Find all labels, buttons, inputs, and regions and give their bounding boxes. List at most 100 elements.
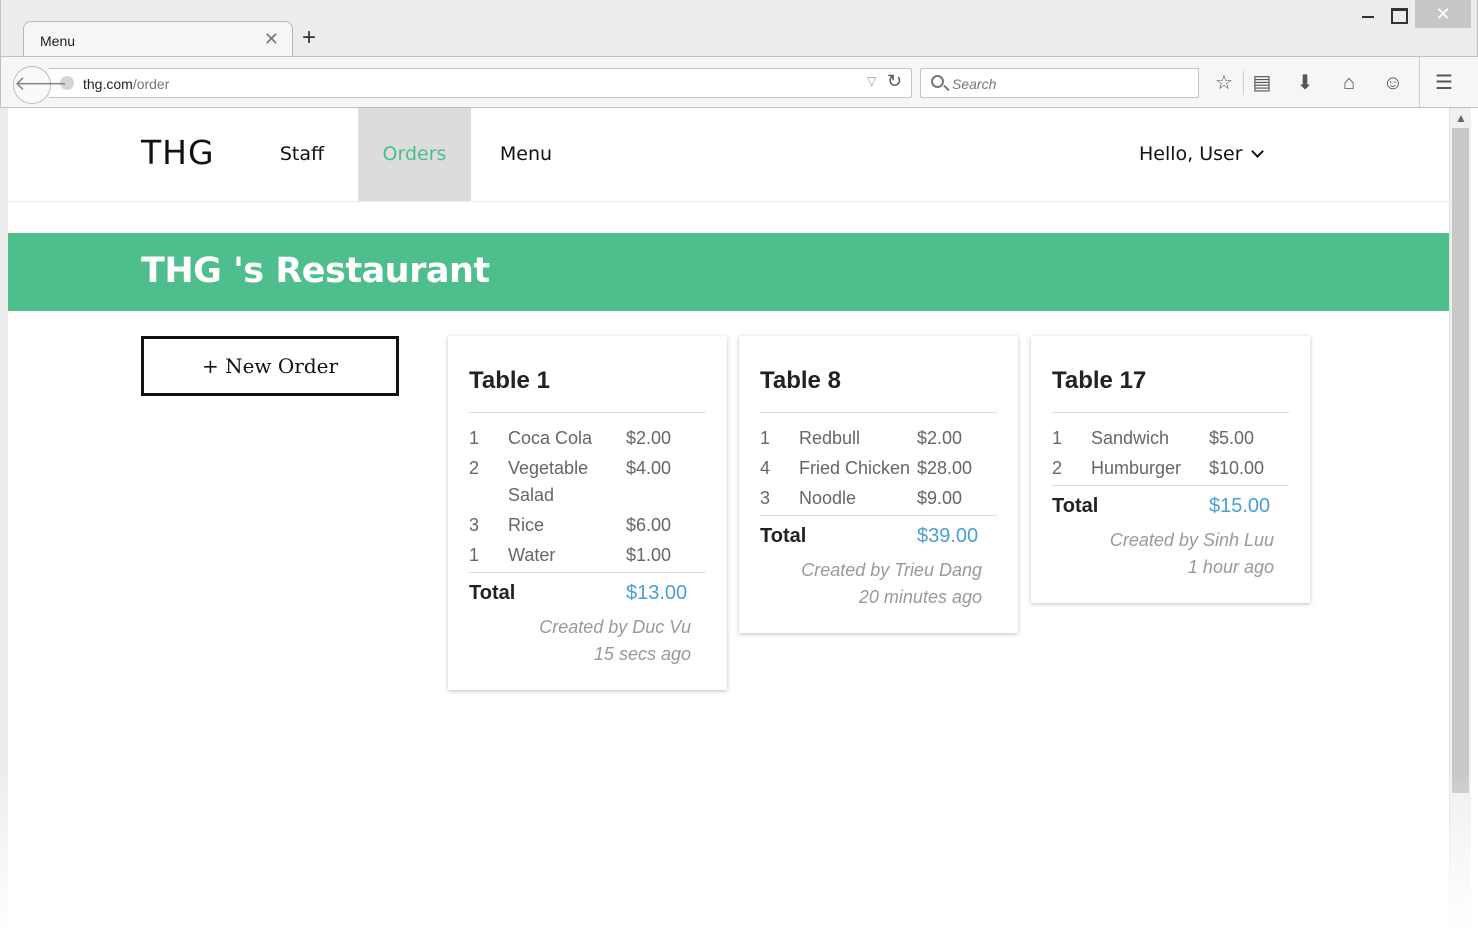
item-price: $2.00 bbox=[626, 428, 672, 448]
order-total-row: Total $15.00 bbox=[1052, 485, 1289, 525]
tab-title: Menu bbox=[40, 33, 76, 49]
hamburger-menu-icon[interactable]: ☰ bbox=[1432, 71, 1456, 95]
nav-orders[interactable]: Orders bbox=[358, 108, 471, 201]
home-icon[interactable]: ⌂ bbox=[1337, 71, 1361, 95]
item-name: Vegetable Salad bbox=[508, 458, 589, 505]
item-price: $1.00 bbox=[626, 545, 672, 565]
search-bar[interactable]: Search bbox=[920, 68, 1199, 98]
restaurant-banner: THG 's Restaurant bbox=[8, 233, 1449, 311]
order-item: 3 Rice $6.00 bbox=[469, 512, 706, 539]
item-price: $6.00 bbox=[626, 515, 672, 535]
order-card[interactable]: Table 17 1 Sandwich $5.00 2 Humburger $10.00… bbox=[1031, 336, 1310, 603]
browser-tab[interactable]: Menu ✕ bbox=[23, 21, 293, 57]
chevron-down-icon bbox=[1250, 145, 1264, 158]
toolbar-divider bbox=[1419, 57, 1420, 107]
item-name: Rice bbox=[508, 515, 545, 535]
maximize-window-button[interactable] bbox=[1374, 0, 1420, 28]
user-greeting: Hello, User bbox=[1139, 143, 1243, 165]
item-qty: 3 bbox=[760, 488, 771, 508]
nav-menu[interactable]: Menu bbox=[479, 108, 573, 201]
total-value: $39.00 bbox=[917, 525, 979, 547]
total-value: $13.00 bbox=[626, 582, 688, 604]
order-item: 3 Noodle $9.00 bbox=[760, 485, 997, 512]
total-label: Total bbox=[469, 582, 516, 604]
order-card[interactable]: Table 8 1 Redbull $2.00 4 Fried Chicken $28.… bbox=[739, 336, 1018, 633]
order-total-row: Total $39.00 bbox=[760, 515, 997, 555]
time-ago: 20 minutes ago bbox=[858, 587, 982, 607]
total-label: Total bbox=[1052, 495, 1099, 517]
scroll-up-icon[interactable]: ▲ bbox=[1450, 108, 1472, 128]
chat-icon[interactable]: ☺ bbox=[1381, 71, 1405, 95]
order-item: 4 Fried Chicken $28.00 bbox=[760, 455, 997, 482]
created-by: Created by Sinh Luu bbox=[1109, 530, 1274, 550]
item-price: $9.00 bbox=[917, 488, 963, 508]
created-by: Created by Duc Vu bbox=[539, 617, 691, 637]
item-price: $5.00 bbox=[1209, 428, 1255, 448]
address-bar[interactable]: thg.com/order ▽ ↻ bbox=[49, 68, 912, 98]
site-header: THG Staff Orders Menu Hello, User bbox=[8, 108, 1449, 202]
item-qty: 1 bbox=[760, 428, 771, 448]
item-price: $28.00 bbox=[917, 458, 973, 478]
order-item: 1 Water $1.00 bbox=[469, 542, 706, 569]
item-price: $4.00 bbox=[626, 458, 672, 478]
search-placeholder: Search bbox=[952, 76, 997, 92]
order-items: 1 Sandwich $5.00 2 Humburger $10.00 bbox=[1052, 413, 1289, 482]
url-text: thg.com/order bbox=[83, 76, 170, 92]
item-qty: 4 bbox=[760, 458, 771, 478]
back-button[interactable]: 🡐 bbox=[13, 66, 68, 104]
total-label: Total bbox=[760, 525, 807, 547]
item-name: Humburger bbox=[1091, 458, 1182, 478]
nav-staff[interactable]: Staff bbox=[256, 108, 348, 201]
total-value: $15.00 bbox=[1209, 495, 1271, 517]
time-ago: 1 hour ago bbox=[1187, 557, 1274, 577]
item-name: Water bbox=[508, 545, 556, 565]
time-ago: 15 secs ago bbox=[593, 644, 691, 664]
order-item: 2 Humburger $10.00 bbox=[1052, 455, 1289, 482]
item-qty: 2 bbox=[469, 458, 480, 478]
item-name: Sandwich bbox=[1091, 428, 1170, 448]
order-total-row: Total $13.00 bbox=[469, 572, 706, 612]
page-scrollbar[interactable]: ▲ bbox=[1449, 108, 1471, 932]
item-qty: 3 bbox=[469, 515, 480, 535]
window-edge bbox=[1471, 108, 1478, 932]
item-price: $2.00 bbox=[917, 428, 963, 448]
bookmark-star-icon[interactable]: ☆ bbox=[1212, 71, 1236, 95]
item-name: Coca Cola bbox=[508, 428, 593, 448]
order-table-title: Table 8 bbox=[760, 367, 997, 413]
order-item: 2 Vegetable Salad $4.00 bbox=[469, 455, 706, 509]
order-items: 1 Coca Cola $2.00 2 Vegetable Salad $4.00 3 R… bbox=[469, 413, 706, 569]
bookmarks-list-icon[interactable]: ▤ bbox=[1250, 71, 1274, 95]
new-tab-icon[interactable]: + bbox=[302, 26, 316, 50]
order-card[interactable]: Table 1 1 Coca Cola $2.00 2 Vegetable Salad… bbox=[448, 336, 727, 690]
order-item: 1 Redbull $2.00 bbox=[760, 425, 997, 452]
item-name: Fried Chicken bbox=[799, 458, 911, 478]
scrollbar-thumb[interactable] bbox=[1452, 128, 1469, 793]
item-price: $10.00 bbox=[1209, 458, 1265, 478]
reload-icon[interactable]: ↻ bbox=[887, 71, 902, 92]
order-items: 1 Redbull $2.00 4 Fried Chicken $28.00 3 Nood… bbox=[760, 413, 997, 512]
tab-strip: Menu ✕ + ✕ bbox=[1, 0, 1478, 57]
site-logo[interactable]: THG bbox=[141, 133, 215, 172]
close-tab-icon[interactable]: ✕ bbox=[264, 29, 279, 49]
created-by: Created by Trieu Dang bbox=[801, 560, 982, 580]
item-qty: 1 bbox=[1052, 428, 1063, 448]
page-viewport: THG Staff Orders Menu Hello, User THG 's… bbox=[8, 108, 1449, 932]
browser-chrome: Menu ✕ + ✕ thg.com/order ▽ ↻ 🡐 Search ☆ … bbox=[0, 0, 1478, 108]
order-table-title: Table 17 bbox=[1052, 367, 1289, 413]
restaurant-title: THG 's Restaurant bbox=[141, 251, 490, 291]
item-qty: 1 bbox=[469, 428, 480, 448]
toolbar-divider bbox=[1243, 71, 1244, 95]
item-qty: 2 bbox=[1052, 458, 1063, 478]
user-menu[interactable]: Hello, User bbox=[1139, 108, 1264, 201]
search-icon bbox=[931, 75, 944, 88]
item-name: Noodle bbox=[799, 488, 857, 508]
item-qty: 1 bbox=[469, 545, 480, 565]
new-order-button[interactable]: + New Order bbox=[141, 336, 399, 396]
close-window-button[interactable]: ✕ bbox=[1415, 0, 1471, 28]
downloads-icon[interactable]: ⬇ bbox=[1293, 71, 1317, 95]
history-dropdown-icon[interactable]: ▽ bbox=[867, 74, 876, 88]
order-item: 1 Sandwich $5.00 bbox=[1052, 425, 1289, 452]
order-table-title: Table 1 bbox=[469, 367, 706, 413]
item-name: Redbull bbox=[799, 428, 861, 448]
order-item: 1 Coca Cola $2.00 bbox=[469, 425, 706, 452]
